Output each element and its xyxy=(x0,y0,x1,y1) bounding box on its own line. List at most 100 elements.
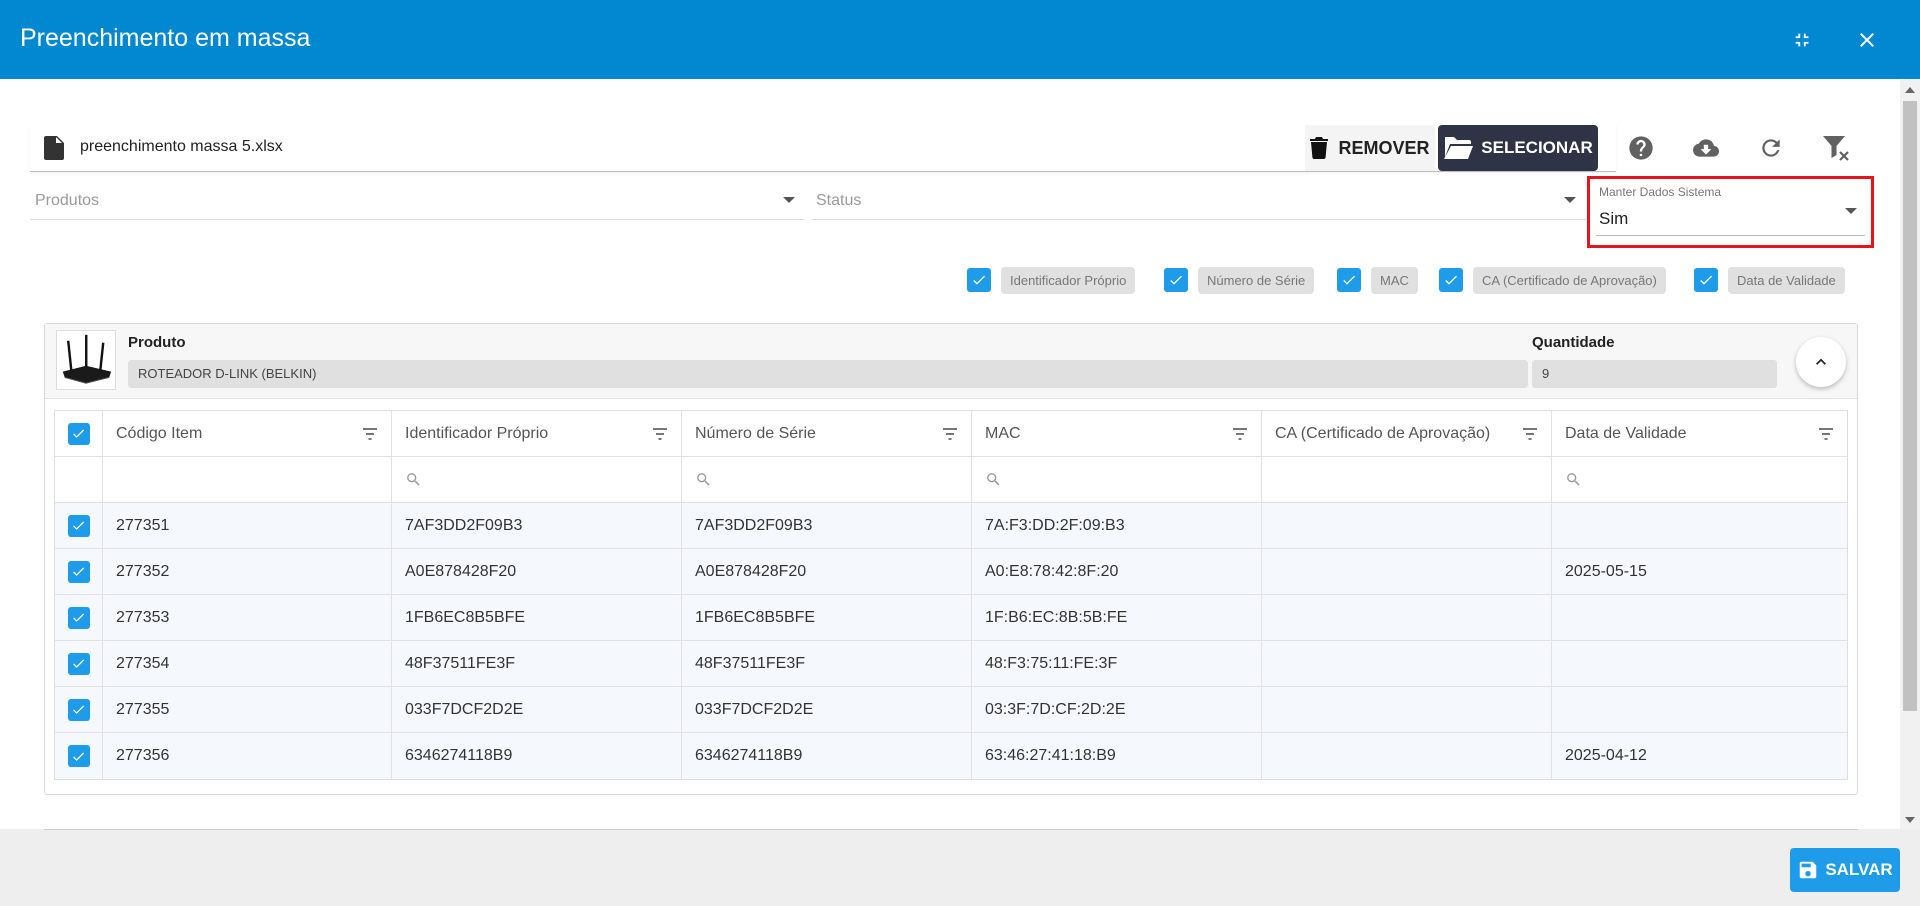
scroll-thumb[interactable] xyxy=(1903,101,1917,711)
filter-icon[interactable] xyxy=(1523,428,1537,440)
cell-identificador[interactable]: 7AF3DD2F09B3 xyxy=(392,503,682,548)
table-row[interactable]: 277355 033F7DCF2D2E 033F7DCF2D2E 03:3F:7D:C… xyxy=(55,687,1847,733)
produtos-select[interactable]: Produtos xyxy=(30,180,805,220)
cell-identificador[interactable]: A0E878428F20 xyxy=(392,549,682,594)
checkbox[interactable] xyxy=(1164,268,1188,292)
cell-validade[interactable] xyxy=(1552,687,1847,732)
checkbox[interactable] xyxy=(967,268,991,292)
row-checkbox[interactable] xyxy=(67,514,90,537)
cell-ca[interactable] xyxy=(1262,503,1552,548)
cell-validade[interactable] xyxy=(1552,595,1847,640)
cell-codigo[interactable]: 277351 xyxy=(103,503,392,548)
filter-cell xyxy=(1262,457,1552,502)
select-all-checkbox[interactable] xyxy=(67,422,90,445)
filter-icon[interactable] xyxy=(943,428,957,440)
clear-filter-button[interactable] xyxy=(1818,130,1854,166)
table-row[interactable]: 277354 48F37511FE3F 48F37511FE3F 48:F3:75:1… xyxy=(55,641,1847,687)
cell-identificador[interactable]: 1FB6EC8B5BFE xyxy=(392,595,682,640)
search-icon[interactable] xyxy=(405,471,422,488)
cell-identificador[interactable]: 48F37511FE3F xyxy=(392,641,682,686)
close-button[interactable] xyxy=(1849,22,1885,58)
cell-mac[interactable]: 03:3F:7D:CF:2D:2E xyxy=(972,687,1262,732)
cell-validade[interactable]: 2025-05-15 xyxy=(1552,549,1847,594)
cell-ca[interactable] xyxy=(1262,641,1552,686)
cell-identificador[interactable]: 6346274118B9 xyxy=(392,733,682,779)
table-row[interactable]: 277352 A0E878428F20 A0E878428F20 A0:E8:78:4… xyxy=(55,549,1847,595)
cell-mac[interactable]: 63:46:27:41:18:B9 xyxy=(972,733,1262,779)
cell-ca[interactable] xyxy=(1262,595,1552,640)
status-select[interactable]: Status xyxy=(811,180,1586,220)
cell-serie[interactable]: 6346274118B9 xyxy=(682,733,972,779)
select-file-button[interactable]: SELECIONAR xyxy=(1438,125,1598,171)
column-header[interactable]: MAC xyxy=(972,411,1262,456)
filter-icon[interactable] xyxy=(1233,428,1247,440)
check-icon xyxy=(1700,275,1712,285)
cell-codigo[interactable]: 277352 xyxy=(103,549,392,594)
checkbox[interactable] xyxy=(1337,268,1361,292)
column-header[interactable]: CA (Certificado de Aprovação) xyxy=(1262,411,1552,456)
cell-serie[interactable]: 48F37511FE3F xyxy=(682,641,972,686)
cell-mac[interactable]: 7A:F3:DD:2F:09:B3 xyxy=(972,503,1262,548)
filter-icon[interactable] xyxy=(653,428,667,440)
checkbox[interactable] xyxy=(1694,268,1718,292)
cell-codigo[interactable]: 277356 xyxy=(103,733,392,779)
toggle-numero-serie[interactable]: Número de Série xyxy=(1164,265,1315,295)
cell-mac[interactable]: 1F:B6:EC:8B:5B:FE xyxy=(972,595,1262,640)
toggle-mac[interactable]: MAC xyxy=(1337,265,1418,295)
collapse-button[interactable] xyxy=(1784,22,1820,58)
cell-codigo[interactable]: 277354 xyxy=(103,641,392,686)
cell-validade[interactable] xyxy=(1552,641,1847,686)
filter-icon[interactable] xyxy=(363,428,377,440)
cell-validade[interactable]: 2025-04-12 xyxy=(1552,733,1847,779)
column-header[interactable]: Número de Série xyxy=(682,411,972,456)
table-row[interactable]: 277356 6346274118B9 6346274118B9 63:46:27:4… xyxy=(55,733,1847,779)
search-icon[interactable] xyxy=(1565,471,1582,488)
filter-icon[interactable] xyxy=(1819,428,1833,440)
cell-mac[interactable]: 48:F3:75:11:FE:3F xyxy=(972,641,1262,686)
cell-serie[interactable]: A0E878428F20 xyxy=(682,549,972,594)
table-row[interactable]: 277351 7AF3DD2F09B3 7AF3DD2F09B3 7A:F3:DD:2… xyxy=(55,503,1847,549)
row-checkbox[interactable] xyxy=(67,745,90,767)
row-checkbox[interactable] xyxy=(67,652,90,675)
column-header[interactable]: Código Item xyxy=(103,411,392,456)
cell-identificador[interactable]: 033F7DCF2D2E xyxy=(392,687,682,732)
checkbox[interactable] xyxy=(1439,268,1463,292)
row-checkbox[interactable] xyxy=(67,698,90,721)
filter-cell[interactable] xyxy=(972,457,1262,502)
toggle-data-validade[interactable]: Data de Validade xyxy=(1694,265,1845,295)
table-row[interactable]: 277353 1FB6EC8B5BFE 1FB6EC8B5BFE 1F:B6:EC:8… xyxy=(55,595,1847,641)
toggle-identificador[interactable]: Identificador Próprio xyxy=(967,265,1136,295)
scroll-up-arrow[interactable] xyxy=(1905,87,1915,93)
cell-ca[interactable] xyxy=(1262,549,1552,594)
cell-serie[interactable]: 7AF3DD2F09B3 xyxy=(682,503,972,548)
cell-ca[interactable] xyxy=(1262,733,1552,779)
cell-validade[interactable] xyxy=(1552,503,1847,548)
remove-file-button[interactable]: REMOVER xyxy=(1305,125,1435,171)
manter-dados-select[interactable]: Manter Dados Sistema Sim xyxy=(1587,176,1874,248)
file-name: preenchimento massa 5.xlsx xyxy=(80,138,283,155)
scroll-down-arrow[interactable] xyxy=(1905,817,1915,823)
download-button[interactable] xyxy=(1688,130,1724,166)
cell-serie[interactable]: 1FB6EC8B5BFE xyxy=(682,595,972,640)
filter-cell[interactable] xyxy=(1552,457,1847,502)
filter-cell[interactable] xyxy=(682,457,972,502)
save-button[interactable]: SALVAR xyxy=(1790,848,1900,892)
toggle-ca[interactable]: CA (Certificado de Aprovação) xyxy=(1439,265,1666,295)
cell-mac[interactable]: A0:E8:78:42:8F:20 xyxy=(972,549,1262,594)
search-icon[interactable] xyxy=(695,471,712,488)
row-checkbox[interactable] xyxy=(67,560,90,583)
search-icon[interactable] xyxy=(985,471,1002,488)
cell-ca[interactable] xyxy=(1262,687,1552,732)
product-title: Produto xyxy=(128,334,186,351)
help-button[interactable] xyxy=(1623,130,1659,166)
cell-serie[interactable]: 033F7DCF2D2E xyxy=(682,687,972,732)
column-header[interactable]: Identificador Próprio xyxy=(392,411,682,456)
column-header[interactable]: Data de Validade xyxy=(1552,411,1847,456)
cell-codigo[interactable]: 277355 xyxy=(103,687,392,732)
refresh-button[interactable] xyxy=(1753,130,1789,166)
cell-codigo[interactable]: 277353 xyxy=(103,595,392,640)
scrollbar[interactable] xyxy=(1900,79,1920,829)
collapse-card-button[interactable] xyxy=(1796,337,1846,387)
row-checkbox[interactable] xyxy=(67,606,90,629)
filter-cell[interactable] xyxy=(392,457,682,502)
